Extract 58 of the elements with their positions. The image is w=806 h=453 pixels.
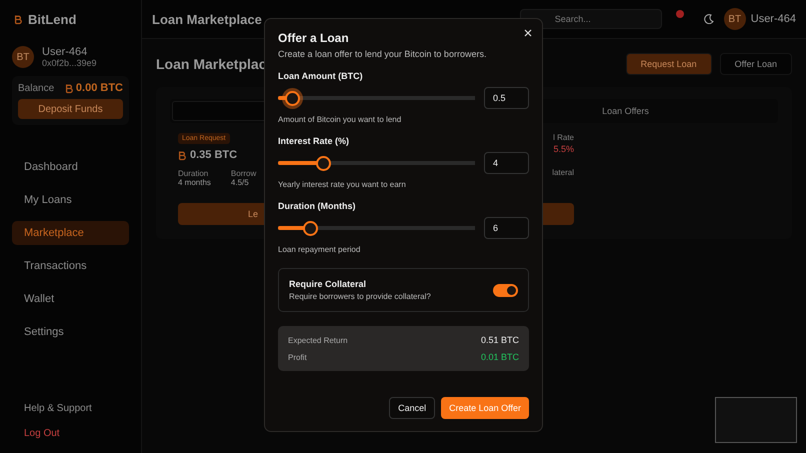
summary-label: Profit — [288, 352, 307, 362]
user-avatar: BT — [12, 46, 34, 68]
dialog-title: Offer a Loan — [278, 31, 350, 45]
nav-item[interactable]: Transactions — [12, 254, 129, 278]
summary-label: Expected Return — [288, 336, 348, 344]
field-label: Duration — [178, 169, 210, 178]
field-label: l Rate — [553, 133, 574, 142]
slider-label: Duration (Months) — [278, 201, 356, 211]
wallet-address: 0x0f2b...39e9 — [42, 58, 97, 68]
moon-icon[interactable] — [704, 14, 714, 24]
field-label: lateral — [552, 168, 574, 177]
number-field[interactable]: 6 — [484, 217, 529, 239]
bitcoin-icon — [178, 150, 186, 160]
field-value: 4 months — [178, 178, 211, 187]
request-loan-button[interactable]: Request Loan — [626, 53, 712, 75]
section-title: Loan Marketplac — [156, 56, 268, 72]
summary-value: 0.51 BTC — [480, 335, 519, 345]
slider-hint: Loan repayment period — [278, 245, 362, 254]
nav-item[interactable]: Settings — [12, 320, 129, 344]
close-icon[interactable] — [524, 29, 532, 37]
offer-loan-button[interactable]: Offer Loan — [720, 53, 792, 75]
field-value: 4.5/5 — [230, 178, 250, 187]
slider-thumb[interactable] — [316, 156, 332, 170]
number-field[interactable]: 0.5 — [484, 87, 529, 109]
rate-value: 5.5% — [553, 144, 574, 154]
slider-thumb[interactable] — [284, 90, 300, 106]
slider-hint: Yearly interest rate you want to earn — [278, 180, 407, 189]
user-name: User-464 — [750, 13, 796, 25]
page-title: Loan Marketplace — [152, 12, 263, 26]
user-avatar[interactable]: BT — [724, 8, 746, 30]
slider-thumb[interactable] — [302, 220, 318, 236]
balance-label: Balance — [18, 82, 54, 94]
user-name: User-464 — [42, 46, 88, 58]
bitcoin-icon — [64, 82, 73, 94]
slider-label: Loan Amount (BTC) — [278, 71, 364, 81]
brand-name: BitLend — [28, 12, 76, 26]
help-link[interactable]: Help & Support — [12, 403, 104, 414]
nav-item[interactable]: Dashboard — [12, 155, 129, 179]
bitcoin-icon — [14, 14, 22, 24]
collateral-description: Require borrowers to provide collateral? — [289, 292, 431, 301]
dialog-subtitle: Create a loan offer to lend your Bitcoin to borrowers. — [278, 49, 488, 59]
search-field[interactable]: Search... — [520, 9, 662, 29]
collateral-toggle[interactable] — [493, 284, 518, 296]
collateral-title: Require Collateral — [289, 279, 368, 289]
deposit-button[interactable]: Deposit Funds — [18, 99, 123, 119]
cancel-button[interactable]: Cancel — [389, 397, 436, 419]
slider-hint: Amount of Bitcoin you want to lend — [278, 115, 402, 124]
nav-item[interactable]: Wallet — [12, 287, 129, 311]
notification-dot[interactable] — [676, 10, 684, 18]
nav-item[interactable]: My Loans — [12, 188, 129, 212]
field-label: Borrow — [230, 169, 256, 178]
number-field[interactable]: 4 — [484, 152, 529, 174]
balance-amount: 0.00 BTC — [76, 82, 123, 94]
loan-amount: 0.35 BTC — [190, 149, 238, 161]
logout-link[interactable]: Log Out — [12, 428, 72, 439]
nav-item[interactable]: Marketplace — [12, 221, 129, 245]
slider-label: Interest Rate (%) — [278, 136, 350, 146]
summary-value: 0.01 BTC — [480, 352, 519, 362]
